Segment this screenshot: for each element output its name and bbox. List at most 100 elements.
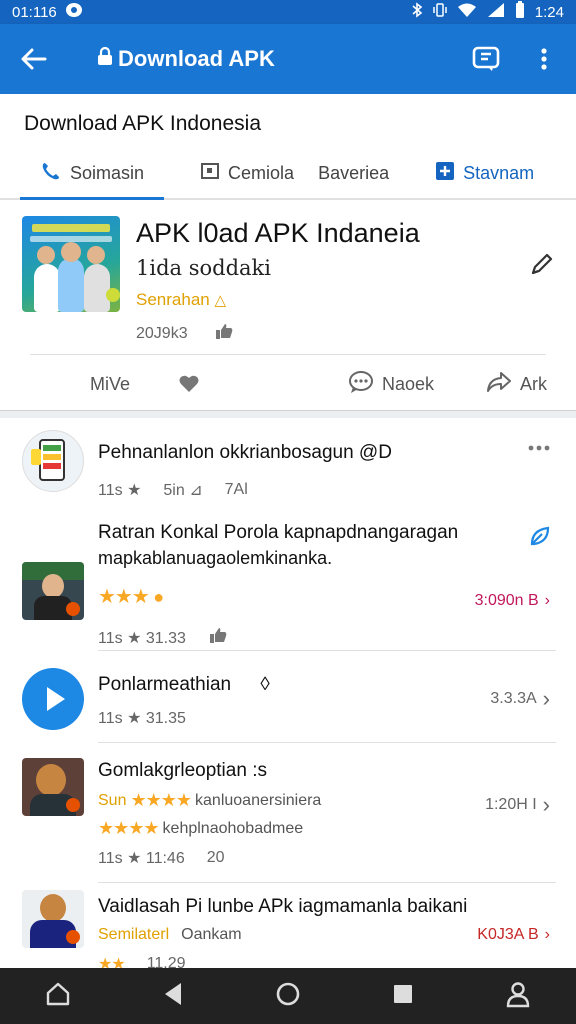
subline-text: kanluoanersiniera [195, 791, 322, 809]
stars-icon: ★★★ [98, 586, 150, 608]
lock-icon [96, 46, 114, 72]
divider [98, 882, 556, 883]
list-item[interactable]: Gomlakgrleoptian :s Sun ★★★★ kanluoaners… [0, 748, 576, 884]
list-item-meta: 11s ★ 31.33 [98, 626, 228, 649]
tab-baveriea[interactable]: Baveriea [318, 146, 389, 200]
edit-pencil-icon[interactable] [530, 252, 554, 281]
list-item-size: 3.3.3A › [490, 686, 550, 712]
tab-soimasin[interactable]: Soimasin [19, 146, 165, 200]
meta-count: 11:46 [145, 850, 185, 867]
app-icon-avatar [22, 430, 84, 492]
vibrate-icon [433, 2, 447, 22]
back-triangle-icon[interactable] [161, 981, 185, 1012]
subline-text: Oankam [181, 926, 242, 943]
action-comment[interactable]: Naoek [348, 370, 434, 399]
meta-time: 11s [98, 850, 123, 867]
bluetooth-icon [411, 2, 423, 22]
card-meta-text: 20J9k3 [136, 324, 188, 342]
stars-icon: ★★★★ [130, 790, 192, 810]
list-item[interactable]: Ratran Konkal Porola kapnapdnangaragan m… [0, 514, 576, 651]
play-button-icon[interactable] [22, 668, 84, 730]
subline-prefix: Semilaterl [98, 926, 170, 943]
recents-square-icon[interactable] [391, 982, 415, 1011]
tab-cemiola[interactable]: Cemiola [200, 146, 294, 200]
warning-icon: △ [214, 292, 227, 309]
list-item-size: K0J3A B › [477, 926, 550, 944]
tab-label: Baveriea [318, 162, 390, 183]
system-nav-bar [0, 968, 576, 1024]
star-icon: ★ [127, 629, 142, 647]
thumbs-icon [214, 322, 234, 345]
meta-count: 31.35 [145, 710, 186, 727]
star-icon: ★ [127, 850, 142, 867]
meta-count: 11.29 [146, 955, 186, 968]
divider [98, 742, 556, 743]
rating-stars: ★★★ ● [98, 584, 164, 609]
user-avatar [22, 758, 84, 816]
home-circle-icon[interactable] [274, 980, 302, 1013]
app-thumbnail [22, 216, 120, 312]
feed-list: Pehnanlanlon okkrianbosagun @D 11s ★ 5in… [0, 418, 576, 968]
app-bar-title: Download APK [96, 46, 466, 72]
home-icon[interactable] [44, 980, 72, 1013]
edit-leaf-icon[interactable] [528, 524, 552, 553]
meta-count: 5in [163, 482, 185, 499]
action-share[interactable]: Ark [486, 371, 547, 398]
list-item-meta: 11s ★ 31.35 [98, 708, 186, 728]
meta-time: 11s [98, 710, 123, 727]
stars-icon: ★★★★ [98, 818, 160, 838]
size-text: K0J3A B [477, 926, 539, 943]
more-vertical-icon[interactable] [524, 39, 564, 79]
profile-icon[interactable] [504, 980, 532, 1013]
list-item-meta: 11s ★ 5in ⊿ 7Al [98, 480, 248, 500]
status-bar: 01:116 1:24 [0, 0, 576, 24]
chevron-right-icon: › [544, 592, 550, 609]
like-icon[interactable] [178, 372, 200, 399]
section-separator [0, 410, 576, 418]
list-item-title: Ponlarmeathian ◊ [98, 674, 270, 696]
chevron-right-icon: › [542, 686, 550, 711]
meta-time: 11s [98, 629, 123, 647]
list-item[interactable]: Ponlarmeathian ◊ 11s ★ 31.35 3.3.3A › [0, 654, 576, 744]
list-item-meta: 11s ★ 11:46 20 [98, 848, 225, 868]
subline-prefix: Sun [98, 791, 127, 809]
star-icon: ★ [127, 482, 142, 499]
video-thumbnail [22, 562, 84, 620]
list-item-subline: Semilaterl Oankam [98, 926, 242, 944]
sync-icon: ◊ [260, 674, 270, 695]
tab-label: Soimasin [70, 162, 145, 183]
meta-extra: 20 [206, 849, 225, 866]
tab-bar: Soimasin Cemiola Baveriea Stavnam [0, 146, 576, 200]
back-arrow-icon[interactable] [12, 37, 56, 81]
size-text: 1:20H I [485, 796, 537, 813]
user-avatar [22, 890, 84, 948]
list-item-title-line2: mapkablanuagaolemkinanka. [98, 548, 333, 568]
list-item[interactable]: Pehnanlanlon okkrianbosagun @D 11s ★ 5in… [0, 418, 576, 508]
list-item-title: Gomlakgrleoptian :s [98, 760, 267, 781]
bookmark-icon: ⊿ [189, 482, 203, 499]
subline-text: kehplnaohobadmee [162, 819, 304, 837]
action-mive[interactable]: MiVe [90, 374, 130, 395]
list-item-size: 1:20H I › [485, 792, 550, 818]
meta-time: 11s [98, 482, 123, 499]
divider [98, 650, 556, 651]
chevron-right-icon: › [542, 792, 550, 817]
more-horizontal-icon[interactable] [528, 438, 550, 456]
tab-label: Stavnam [463, 162, 535, 183]
card-actions: MiVe Naoek Ark [0, 364, 576, 404]
message-icon[interactable] [466, 39, 506, 79]
app-bar-title-text: Download APK [118, 46, 275, 71]
status-time-right: 1:24 [534, 3, 564, 21]
card-rating-text: Senrahan [136, 290, 210, 309]
action-label: Ark [520, 373, 547, 394]
tab-stavnam[interactable]: Stavnam [435, 146, 534, 200]
signal-icon [487, 2, 505, 22]
featured-app-card[interactable]: APK l0ad APK Indaneia 1ida soddaki Senra… [0, 200, 576, 410]
list-item[interactable]: Vaidlasah Pi lunbe APk iagmamanla baikan… [0, 888, 576, 968]
action-label: Naoek [382, 373, 435, 394]
meta-count: 31.33 [145, 629, 186, 647]
card-subtitle: 1ida soddaki [136, 256, 271, 280]
list-item-meta: ★★ 11.29 [98, 954, 186, 968]
battery-icon [515, 1, 525, 23]
badge-icon: ● [153, 587, 165, 607]
